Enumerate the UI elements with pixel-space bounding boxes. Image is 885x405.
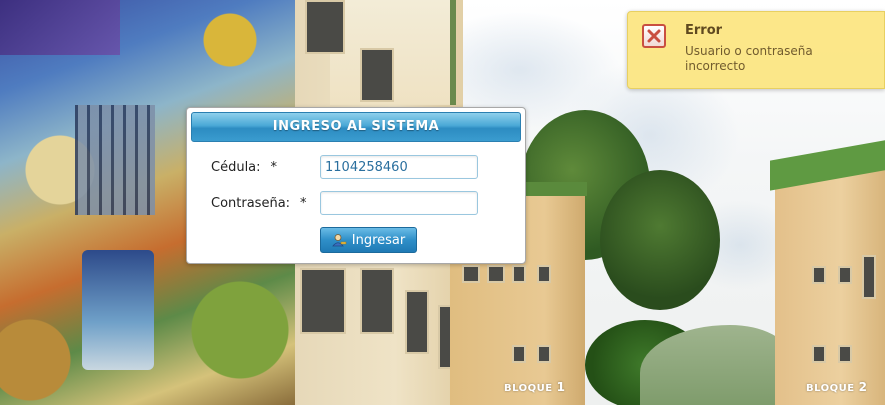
bloque-2-sign: BLOQUE 2 <box>806 380 867 394</box>
error-notification[interactable]: Error Usuario o contraseña incorrecto <box>627 11 885 89</box>
login-panel: INGRESO AL SISTEMA Cédula: * Contraseña: *… <box>186 107 526 264</box>
error-close-icon <box>642 24 666 48</box>
building-window <box>862 255 876 299</box>
building-window <box>537 345 551 363</box>
building-window <box>812 345 826 363</box>
required-marker: * <box>300 196 307 211</box>
building-roof <box>522 182 587 196</box>
building-window <box>512 265 526 283</box>
building-window <box>812 266 826 284</box>
building-window <box>537 265 551 283</box>
sign-number: 2 <box>858 380 868 394</box>
building-window <box>300 268 346 334</box>
notification-title: Error <box>685 23 723 38</box>
sign-word: BLOQUE <box>504 383 553 394</box>
bloque-1-sign: BLOQUE 1 <box>504 380 565 394</box>
sign-number: 1 <box>556 380 566 394</box>
required-marker: * <box>270 160 278 175</box>
cedula-label: Cédula: <box>211 160 261 175</box>
building-window <box>305 0 345 54</box>
building-window <box>360 48 394 102</box>
building-window <box>838 345 852 363</box>
building-window <box>360 268 394 334</box>
login-button-label: Ingresar <box>351 232 406 248</box>
mural-portrait <box>82 250 154 370</box>
sign-word: BLOQUE <box>806 383 855 394</box>
user-login-icon <box>331 233 347 248</box>
password-label-row: Contraseña: * <box>211 196 307 211</box>
password-input[interactable] <box>320 191 478 215</box>
mural-detail <box>0 0 120 55</box>
cedula-input[interactable] <box>320 155 478 179</box>
login-title: INGRESO AL SISTEMA <box>191 112 521 142</box>
building-window <box>405 290 429 354</box>
building-window <box>838 266 852 284</box>
notification-message: Usuario o contraseña incorrecto <box>685 44 813 73</box>
mural-detail <box>75 105 155 215</box>
login-button[interactable]: Ingresar <box>320 227 417 253</box>
building-window <box>512 345 526 363</box>
tree <box>600 170 720 310</box>
cedula-label-row: Cédula: * <box>211 160 277 175</box>
building-window <box>462 265 480 283</box>
building-window <box>487 265 505 283</box>
password-label: Contraseña: <box>211 196 291 211</box>
